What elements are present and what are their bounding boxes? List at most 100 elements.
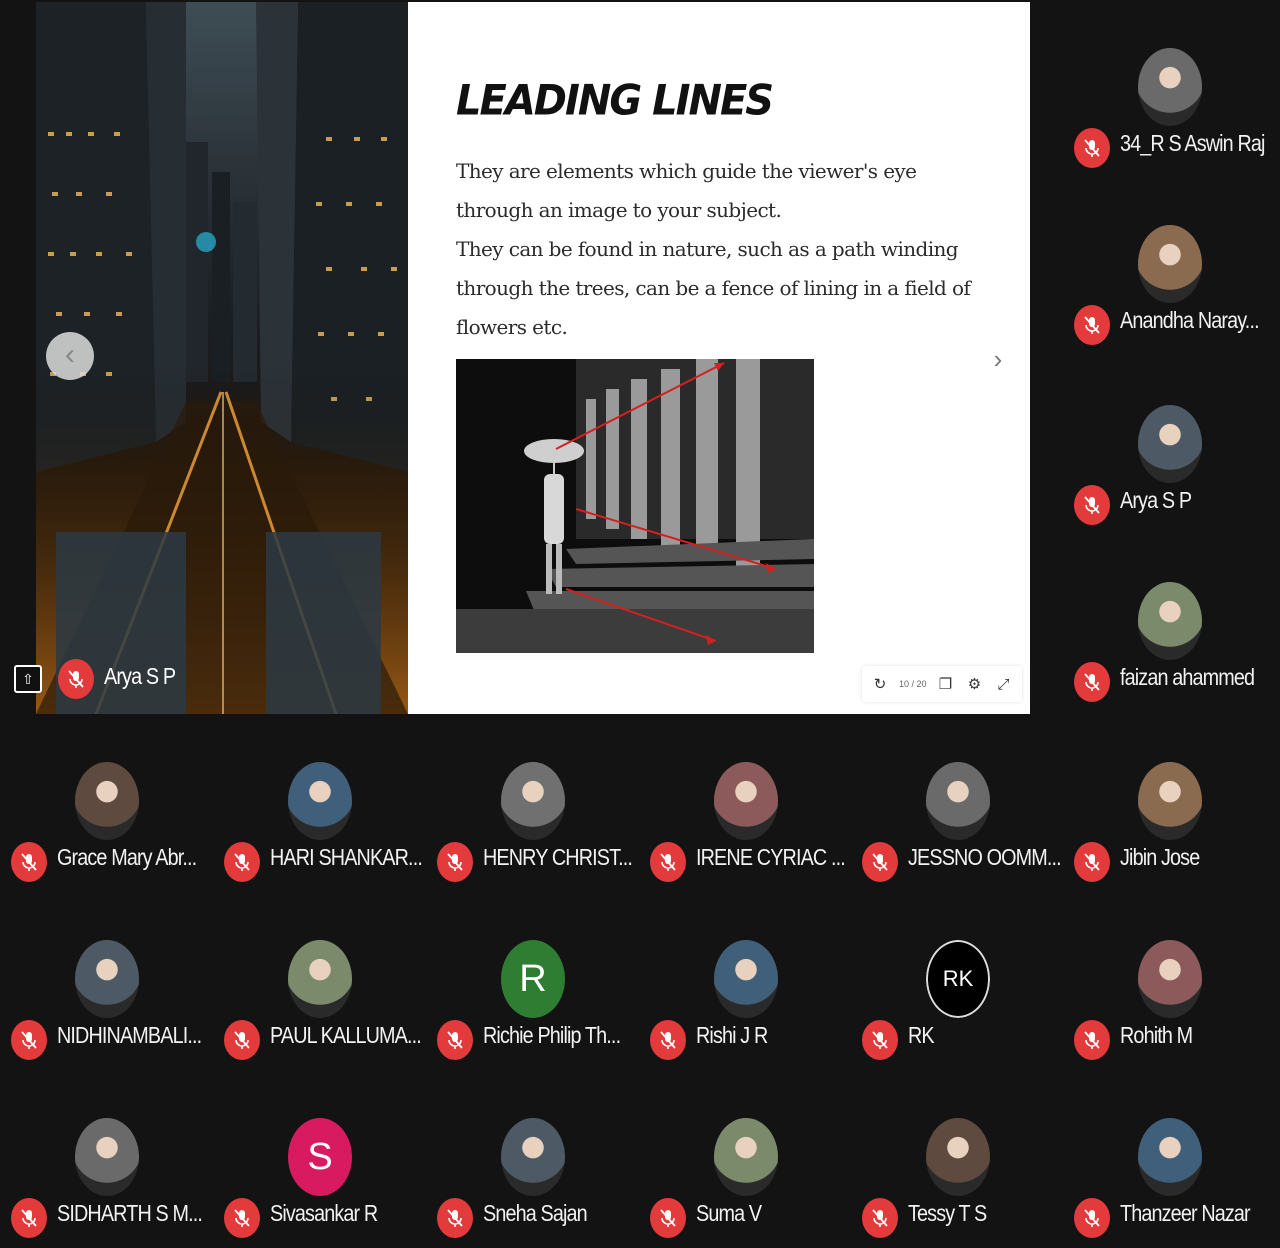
participant-tile-8[interactable]: IRENE CYRIAC ... [650,762,862,892]
slide-example-photo [456,359,814,653]
participant-avatar [1138,225,1202,303]
avatar-initial: R [519,957,547,1000]
participant-name: Tessy T S [908,1200,987,1226]
participant-avatar [501,762,565,840]
participant-name: Rishi J R [696,1022,768,1048]
participant-tile-19[interactable]: Sneha Sajan [437,1118,649,1248]
mic-off-icon [437,1020,473,1060]
participant-avatar: RK [926,940,990,1018]
refresh-icon[interactable]: ↻ [870,674,890,694]
presenter-name: Arya S P [104,663,176,689]
participant-avatar [75,762,139,840]
participant-tile-11[interactable]: NIDHINAMBALI... [11,940,223,1070]
slide-title: LEADING LINES [456,76,774,126]
participant-avatar: S [288,1118,352,1196]
participant-name: Suma V [696,1200,762,1226]
slide-page-indicator: 10 / 20 [899,679,927,689]
slide-toolbar: ↻ 10 / 20 ❐ ⚙ ⤢ [862,666,1022,702]
participant-tile-12[interactable]: PAUL KALLUMA... [224,940,436,1070]
mic-off-icon [862,842,898,882]
participant-name: Jibin Jose [1120,844,1200,870]
participant-avatar [1138,762,1202,840]
participant-tile-7[interactable]: HENRY CHRIST... [437,762,649,892]
participant-name: PAUL KALLUMA... [270,1022,422,1048]
participant-name: Richie Philip Th... [483,1022,621,1048]
slide-paragraph-1: They are elements which guide the viewer… [456,159,917,222]
participant-avatar [1138,940,1202,1018]
participant-name: Rohith M [1120,1022,1193,1048]
participant-tile-1[interactable]: 34_R S Aswin Raj [1074,48,1280,178]
mic-off-icon [650,842,686,882]
participant-avatar [75,940,139,1018]
mic-off-icon [650,1198,686,1238]
mic-off-icon [650,1020,686,1060]
participant-tile-9[interactable]: JESSNO OOMM... [862,762,1074,892]
participant-name: IRENE CYRIAC ... [696,844,846,870]
participant-name: Sivasankar R [270,1200,378,1226]
participant-tile-4[interactable]: faizan ahammed [1074,582,1280,712]
mic-off-icon [862,1020,898,1060]
collapse-icon[interactable]: ⤢ [994,674,1014,694]
mic-off-icon [11,842,47,882]
participant-avatar [926,762,990,840]
presentation-stage: ‹ LEADING LINES They are elements which … [14,2,1030,714]
participant-avatar [714,1118,778,1196]
participant-tile-16[interactable]: Rohith M [1074,940,1280,1070]
participant-tile-6[interactable]: HARI SHANKAR... [224,762,436,892]
participant-name: Sneha Sajan [483,1200,588,1226]
leading-lines-photo [456,359,814,653]
participant-tile-3[interactable]: Arya S P [1074,405,1280,535]
avatar-initial: RK [926,940,990,1018]
mic-off-icon [224,842,260,882]
participant-tile-18[interactable]: S Sivasankar R [224,1118,436,1248]
participant-avatar [1138,48,1202,126]
participant-name: Thanzeer Nazar [1120,1200,1251,1226]
participant-avatar: R [501,940,565,1018]
mic-off-icon [862,1198,898,1238]
slide-body: They are elements which guide the viewer… [456,152,976,347]
settings-icon[interactable]: ⚙ [965,674,985,694]
mic-off-icon [437,1198,473,1238]
participant-name: Anandha Naray... [1120,307,1260,333]
previous-slide-button[interactable]: ‹ [46,332,94,380]
mic-off-icon [1074,1020,1110,1060]
mic-off-icon [224,1198,260,1238]
participant-tile-14[interactable]: Rishi J R [650,940,862,1070]
next-slide-button[interactable]: › [987,342,1009,376]
present-to-all-icon[interactable]: ⇧ [14,665,42,693]
mic-off-icon [11,1020,47,1060]
participant-name: RK [908,1022,935,1048]
participant-tile-21[interactable]: Tessy T S [862,1118,1074,1248]
participant-avatar [1138,582,1202,660]
background-city-image: ‹ [36,2,408,714]
participant-avatar [1138,1118,1202,1196]
participant-avatar [714,762,778,840]
avatar-initial: S [307,1135,333,1178]
participant-name: SIDHARTH S M... [57,1200,203,1226]
participant-avatar [1138,405,1202,483]
participant-name: NIDHINAMBALI... [57,1022,202,1048]
presenter-mic-off-icon [58,659,94,699]
participant-name: HARI SHANKAR... [270,844,423,870]
participant-tile-20[interactable]: Suma V [650,1118,862,1248]
participant-avatar [75,1118,139,1196]
participant-tile-5[interactable]: Grace Mary Abr... [11,762,223,892]
window-icon[interactable]: ❐ [936,674,956,694]
mic-off-icon [1074,842,1110,882]
participant-tile-10[interactable]: Jibin Jose [1074,762,1280,892]
mic-off-icon [1074,128,1110,168]
mic-off-icon [1074,1198,1110,1238]
mic-off-icon [1074,485,1110,525]
mic-off-icon [1074,662,1110,702]
participant-tile-15[interactable]: RK RK [862,940,1074,1070]
participant-avatar [288,940,352,1018]
participant-avatar [288,762,352,840]
participant-avatar [926,1118,990,1196]
slide-content: LEADING LINES They are elements which gu… [408,2,1030,714]
mic-off-icon [224,1020,260,1060]
participant-tile-22[interactable]: Thanzeer Nazar [1074,1118,1280,1248]
participant-tile-17[interactable]: SIDHARTH S M... [11,1118,223,1248]
participant-avatar [501,1118,565,1196]
participant-tile-13[interactable]: R Richie Philip Th... [437,940,649,1070]
participant-tile-2[interactable]: Anandha Naray... [1074,225,1280,355]
